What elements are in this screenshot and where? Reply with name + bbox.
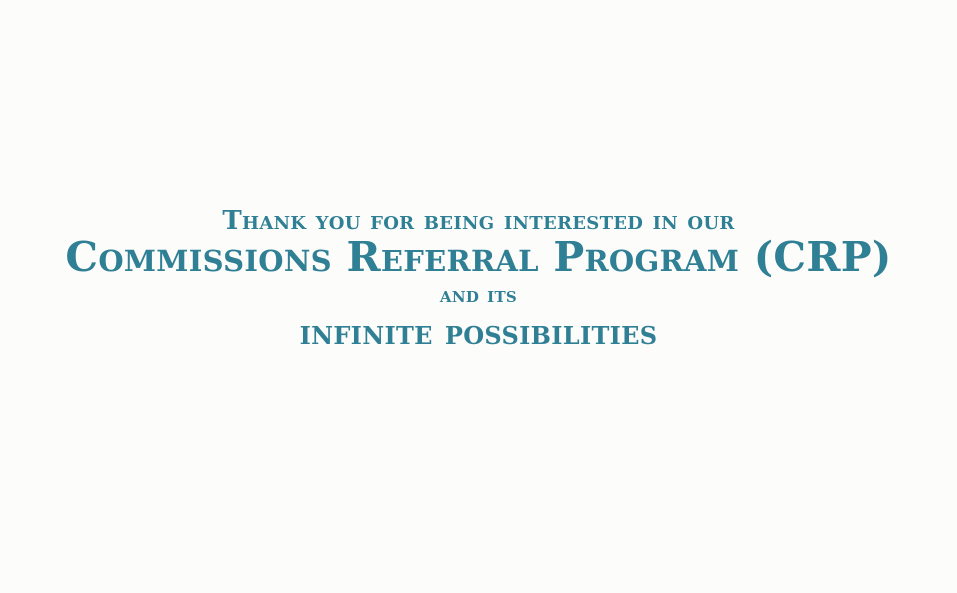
possibilities-line: infinite possibilities xyxy=(299,313,658,353)
program-title: Commissions Referral Program (CRP) xyxy=(65,233,892,281)
thank-you-line: Thank you for being interested in our xyxy=(222,206,735,236)
connector-line: and its xyxy=(439,282,518,308)
thank-you-hero: Thank you for being interested in our Co… xyxy=(0,0,957,593)
